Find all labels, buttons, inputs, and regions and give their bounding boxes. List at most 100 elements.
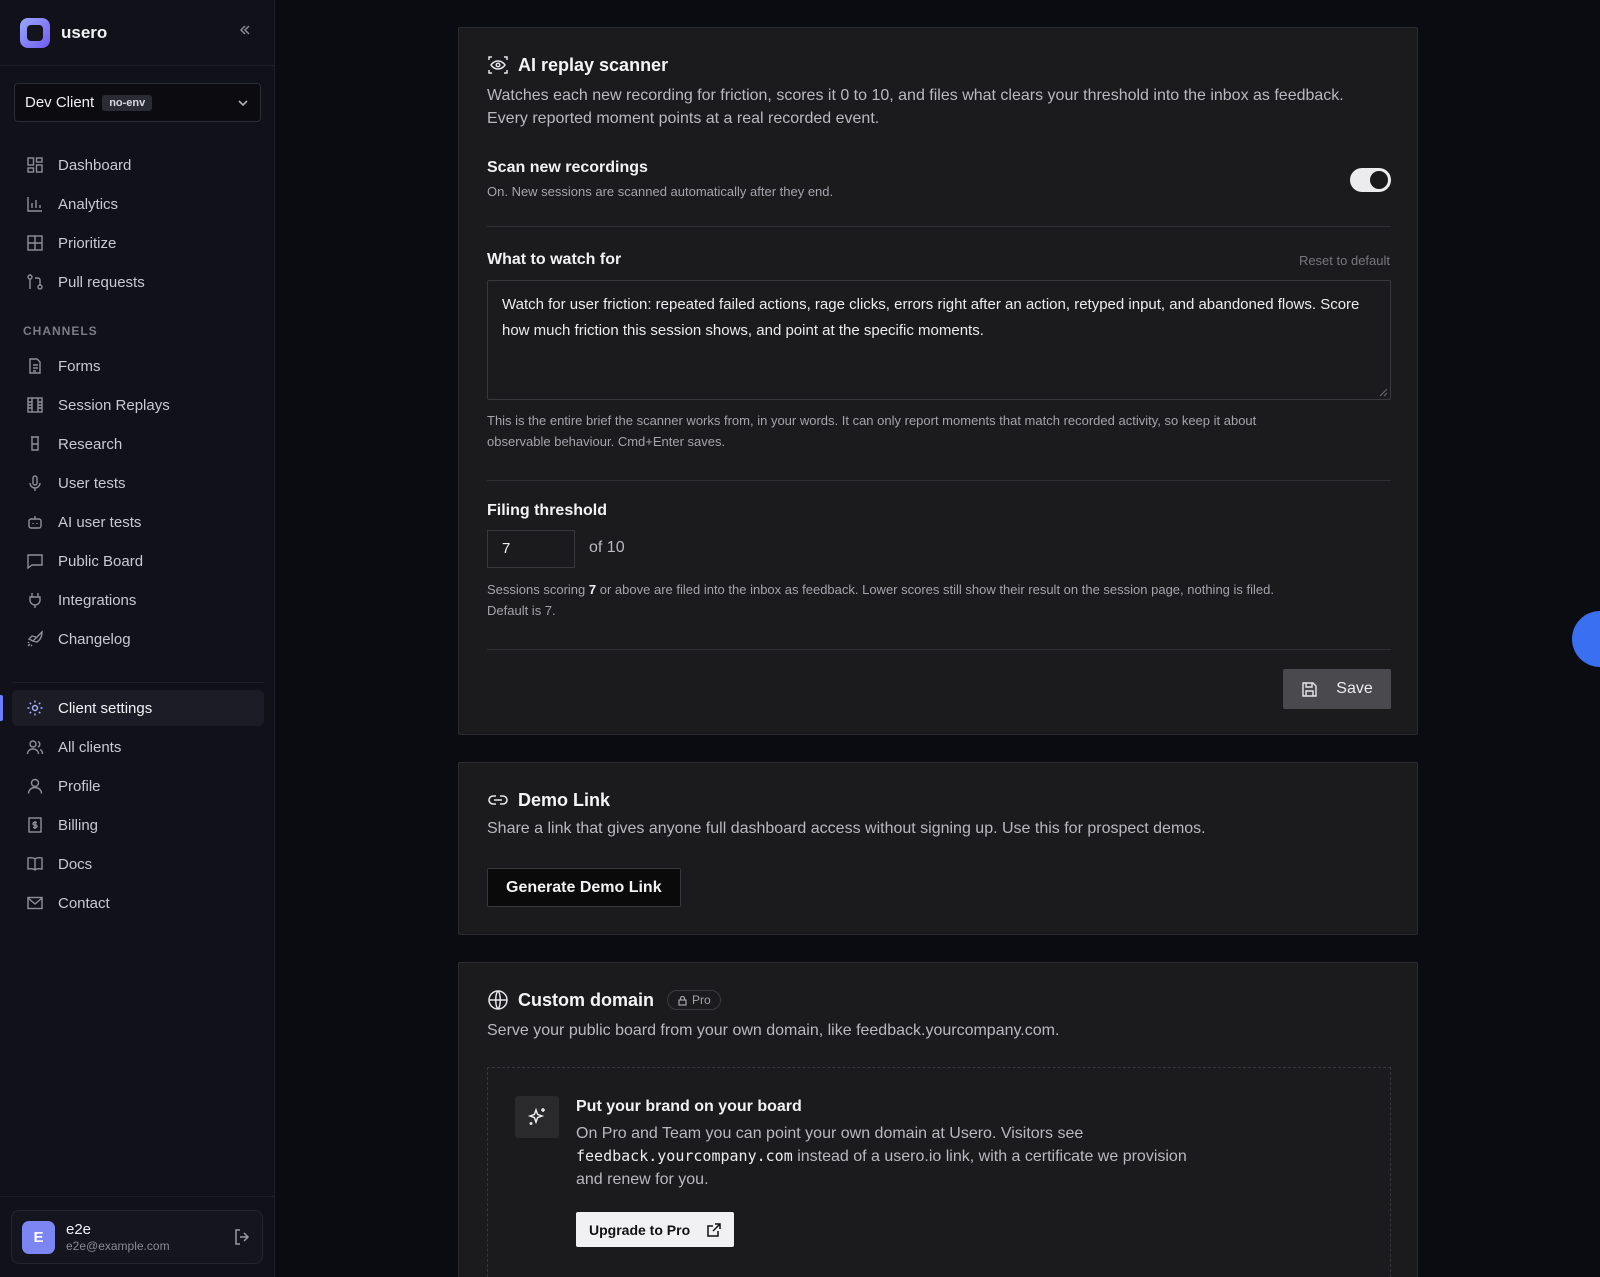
plug-icon (29, 593, 41, 608)
upsell-domain-example: feedback.yourcompany.com (576, 1147, 793, 1165)
sidebar-item-label: Integrations (58, 591, 137, 609)
upsell-body-part-1: On Pro and Team you can point your own d… (576, 1125, 1084, 1142)
sidebar-item-billing[interactable]: Billing (12, 807, 264, 843)
avatar: E (22, 1220, 55, 1254)
resize-handle-icon[interactable] (1379, 388, 1388, 397)
ai-replay-scanner-card: AI replay scanner Watches each new recor… (458, 27, 1418, 735)
sidebar-item-label: Client settings (58, 699, 153, 717)
sidebar-item-analytics[interactable]: Analytics (12, 186, 264, 222)
user-meta: e2e e2e@example.com (66, 1221, 170, 1253)
demo-link-card: Demo Link Share a link that gives anyone… (458, 762, 1418, 935)
sidebar-item-contact[interactable]: Contact (12, 885, 264, 921)
brand[interactable]: usero (20, 18, 107, 48)
film-icon (27, 397, 43, 413)
sidebar-item-forms[interactable]: Forms (12, 348, 264, 384)
demo-link-title: Demo Link (518, 789, 611, 810)
rocket-icon (27, 630, 43, 647)
grid-icon (27, 235, 43, 251)
lock-icon (678, 995, 687, 1006)
git-pull-request-icon (27, 274, 43, 290)
custom-domain-title: Custom domain (518, 989, 655, 1010)
sidebar-item-label: Pull requests (58, 273, 145, 291)
divider (487, 226, 1391, 227)
mail-icon (27, 896, 43, 910)
sidebar-item-integrations[interactable]: Integrations (12, 582, 264, 618)
chevron-down-icon (238, 99, 248, 106)
threshold-input[interactable]: 7 (487, 530, 575, 568)
message-square-icon (27, 554, 43, 570)
sidebar-item-label: All clients (58, 738, 122, 756)
logout-icon[interactable] (232, 1227, 252, 1247)
globe-icon (488, 990, 508, 1010)
active-indicator (0, 695, 3, 721)
pro-badge: Pro (667, 990, 721, 1010)
divider (487, 649, 1391, 650)
sidebar-item-research[interactable]: Research (12, 426, 264, 462)
user-card[interactable]: E e2e e2e@example.com (11, 1210, 263, 1264)
sparkles-icon (527, 1107, 545, 1125)
sidebar-item-changelog[interactable]: Changelog (12, 621, 264, 657)
sidebar-item-label: Prioritize (58, 234, 117, 252)
sidebar-item-public-board[interactable]: Public Board (12, 543, 264, 579)
env-badge: no-env (102, 94, 153, 111)
receipt-icon (28, 817, 42, 833)
save-button[interactable]: Save (1283, 669, 1391, 709)
scanner-desc-line-1: Watches each new recording for friction,… (487, 87, 1344, 104)
divider (0, 1196, 275, 1197)
users-icon (26, 740, 44, 755)
watch-for-textarea[interactable]: Watch for user friction: repeated failed… (487, 280, 1391, 400)
pro-upsell-box: Put your brand on your board On Pro and … (487, 1067, 1391, 1277)
custom-domain-description: Serve your public board from your own do… (487, 1022, 1060, 1039)
threshold-hint: Sessions scoring 7 or above are filed in… (487, 579, 1274, 621)
card-title: AI replay scanner (487, 54, 668, 76)
floating-action-button[interactable] (1572, 611, 1600, 667)
generate-demo-link-button[interactable]: Generate Demo Link (487, 868, 681, 907)
watch-for-hint-line-1: This is the entire brief the scanner wor… (487, 413, 1257, 428)
threshold-hint-value: 7 (588, 582, 597, 597)
bot-icon (28, 516, 42, 529)
channels-section-label: CHANNELS (23, 324, 98, 338)
demo-link-description: Share a link that gives anyone full dash… (487, 820, 1206, 837)
sidebar-item-all-clients[interactable]: All clients (12, 729, 264, 765)
link-icon (488, 795, 508, 805)
collapse-sidebar-icon[interactable] (235, 23, 255, 43)
sidebar-item-prioritize[interactable]: Prioritize (12, 225, 264, 261)
client-select[interactable]: Dev Client no-env (14, 83, 261, 122)
threshold-hint-line-2: Default is 7. (487, 603, 556, 618)
user-email: e2e@example.com (66, 1239, 170, 1253)
flask-icon (31, 436, 39, 451)
custom-domain-card: Custom domain Pro Serve your public boar… (458, 962, 1418, 1277)
app-name: usero (61, 23, 108, 42)
filing-threshold-title: Filing threshold (487, 502, 607, 519)
scanner-description: Watches each new recording for friction,… (487, 84, 1344, 130)
threshold-hint-line-1: Sessions scoring 7 or above are filed in… (487, 579, 1274, 600)
client-name: Dev Client (25, 94, 95, 111)
gear-icon (27, 700, 43, 716)
scan-recordings-toggle[interactable] (1350, 168, 1391, 192)
sidebar-item-dashboard[interactable]: Dashboard (12, 147, 264, 183)
sidebar-item-client-settings[interactable]: Client settings (12, 690, 264, 726)
sidebar-item-label: Session Replays (58, 396, 170, 414)
sidebar-item-ai-user-tests[interactable]: AI user tests (12, 504, 264, 540)
toggle-knob (1370, 171, 1388, 189)
sidebar: usero Dev Client no-env Dashboard Analyt… (0, 0, 275, 1277)
sidebar-item-docs[interactable]: Docs (12, 846, 264, 882)
reset-to-default-link[interactable]: Reset to default (1299, 253, 1390, 268)
sidebar-item-label: Forms (58, 357, 101, 375)
sidebar-item-label: User tests (58, 474, 126, 492)
upgrade-label: Upgrade to Pro (589, 1221, 691, 1238)
divider (487, 480, 1391, 481)
book-open-icon (27, 857, 43, 871)
watch-for-text: Watch for user friction: repeated failed… (502, 296, 1360, 339)
threshold-hint-pre: Sessions scoring (487, 582, 586, 597)
upsell-body-part-2: instead of a usero.io link, with a certi… (797, 1148, 1187, 1165)
microphone-icon (29, 475, 41, 491)
watch-for-hint-line-2: observable behaviour. Cmd+Enter saves. (487, 434, 726, 449)
sidebar-item-user-tests[interactable]: User tests (12, 465, 264, 501)
sidebar-item-label: Dashboard (58, 156, 132, 174)
sidebar-item-profile[interactable]: Profile (12, 768, 264, 804)
sidebar-item-session-replays[interactable]: Session Replays (12, 387, 264, 423)
dashboard-icon (27, 157, 43, 173)
upgrade-to-pro-button[interactable]: Upgrade to Pro (576, 1212, 734, 1247)
sidebar-item-pull-requests[interactable]: Pull requests (12, 264, 264, 300)
